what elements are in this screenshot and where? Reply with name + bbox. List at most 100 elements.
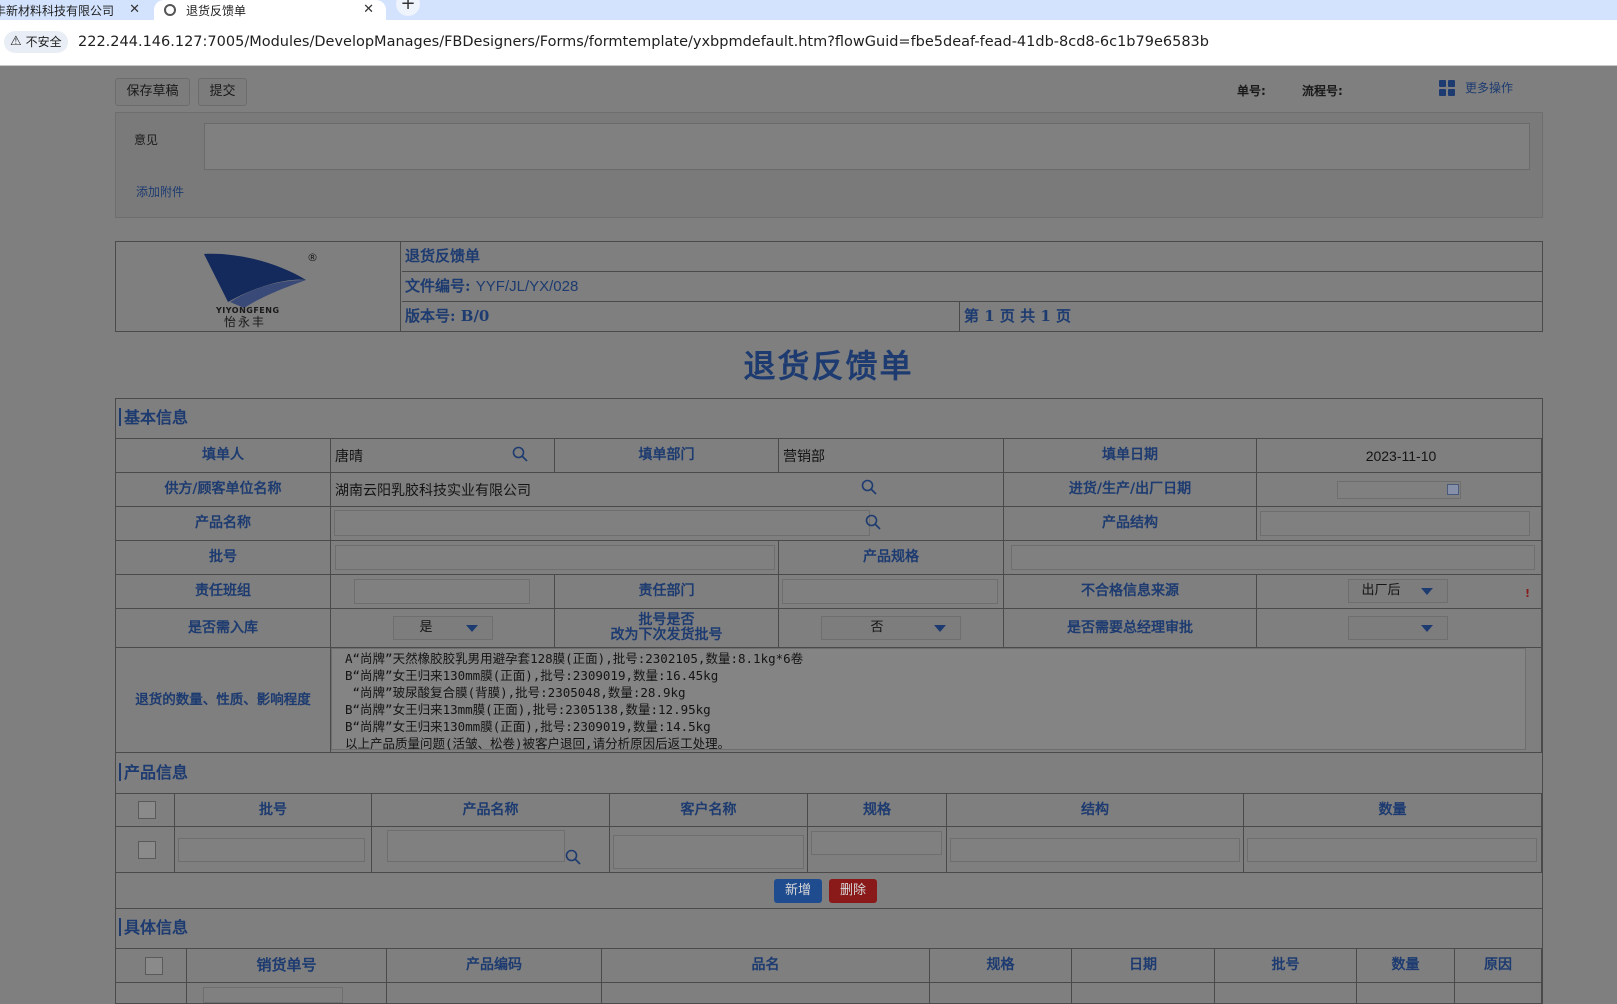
row-customer-input[interactable] xyxy=(613,835,804,869)
mfg-date-input[interactable] xyxy=(1337,481,1461,499)
gm-approval-label: 是否需要总经理审批 xyxy=(1004,609,1257,648)
return-qty-label: 退货的数量、性质、影响程度 xyxy=(116,648,331,753)
row-detail-qty-cell xyxy=(1357,983,1455,1003)
col-detail-batch: 批号 xyxy=(1215,949,1357,983)
batch-change-select[interactable]: 否 xyxy=(821,616,961,640)
insecure-label: 不安全 xyxy=(25,35,62,49)
tab-title: 丰新材料科技有限公司 xyxy=(0,3,115,18)
mfg-date-field xyxy=(1257,473,1542,507)
nonconf-selected: 出厂后 xyxy=(1361,583,1401,598)
resp-dept-label: 责任部门 xyxy=(555,575,779,609)
row-spec-cell xyxy=(808,827,947,873)
version-label: 版本号: B/0 xyxy=(402,302,960,331)
col-item-name: 品名 xyxy=(602,949,930,983)
col-product-name: 产品名称 xyxy=(372,794,610,827)
file-no-value: YYF/JL/YX/028 xyxy=(475,278,579,295)
section-detail-info: 具体信息 xyxy=(116,909,1542,949)
row-checkbox[interactable] xyxy=(138,841,156,859)
product-struct-input[interactable] xyxy=(1260,511,1530,536)
resp-dept-input[interactable] xyxy=(782,579,998,604)
col-product-code: 产品编码 xyxy=(387,949,602,983)
tab-close-icon[interactable]: ✕ xyxy=(129,0,140,20)
browser-tab-bar: 丰新材料科技有限公司 ✕ 退货反馈单 ✕ + xyxy=(0,0,1617,20)
browser-tab-active[interactable]: 退货反馈单 ✕ xyxy=(154,0,386,20)
product-actions: 新增 删除 xyxy=(116,873,1542,909)
col-date: 日期 xyxy=(1072,949,1215,983)
address-bar: ⚠ 不安全 222.244.146.127:7005/Modules/Devel… xyxy=(0,20,1617,66)
product-struct-field xyxy=(1257,507,1542,541)
calendar-icon[interactable] xyxy=(1447,484,1459,495)
add-row-button[interactable]: 新增 xyxy=(774,879,822,903)
row-product-name-cell xyxy=(372,827,610,873)
search-icon[interactable] xyxy=(512,446,528,462)
header-file-no: 文件编号: YYF/JL/YX/028 xyxy=(402,272,1543,302)
row-reason-cell xyxy=(1455,983,1542,1003)
doc-no-label: 单号: xyxy=(1237,84,1266,98)
more-operations-button[interactable]: 更多操作 xyxy=(1439,79,1513,96)
company-logo: ® YIYONGFENG 怡永丰 xyxy=(116,242,401,331)
search-icon[interactable] xyxy=(565,849,581,865)
need-store-select[interactable]: 是 xyxy=(393,616,493,640)
product-name-label: 产品名称 xyxy=(116,507,331,541)
col-detail-qty: 数量 xyxy=(1357,949,1455,983)
row-quantity-cell xyxy=(1244,827,1542,873)
brand-name-cn: 怡永丰 xyxy=(224,315,267,329)
more-ops-label: 更多操作 xyxy=(1465,81,1514,95)
search-icon[interactable] xyxy=(861,479,877,495)
row-quantity-input[interactable] xyxy=(1247,838,1537,862)
supplier-value: 湖南云阳乳胶科技实业有限公司 xyxy=(335,481,531,498)
product-name-field xyxy=(331,507,1004,541)
col-spec: 规格 xyxy=(808,794,947,827)
nonconf-label: 不合格信息来源 xyxy=(1004,575,1257,609)
row-spec-input[interactable] xyxy=(811,831,942,855)
url-text[interactable]: 222.244.146.127:7005/Modules/DevelopMana… xyxy=(78,32,1209,52)
chevron-down-icon xyxy=(1421,625,1433,632)
insecure-badge[interactable]: ⚠ 不安全 xyxy=(4,31,68,53)
filler-field[interactable]: 唐晴 xyxy=(331,439,555,473)
chevron-down-icon xyxy=(1421,588,1433,595)
tab-close-icon[interactable]: ✕ xyxy=(363,0,374,20)
dept-value: 营销部 xyxy=(779,439,1004,473)
row-batch-input[interactable] xyxy=(178,838,365,862)
row-sales-no-input[interactable] xyxy=(203,987,343,1003)
new-tab-plus-icon[interactable]: + xyxy=(396,0,420,16)
browser-tab-company[interactable]: 丰新材料科技有限公司 ✕ xyxy=(0,0,152,20)
select-all-checkbox[interactable] xyxy=(138,801,156,819)
opinion-textarea[interactable] xyxy=(204,123,1530,170)
gm-approval-select[interactable] xyxy=(1348,616,1448,640)
row-detail-spec-cell xyxy=(930,983,1072,1003)
search-icon[interactable] xyxy=(865,514,881,530)
page-content: 保存草稿 提交 单号: 流程号: 更多操作 意见 添加附件 ® YIYONGFE… xyxy=(0,66,1617,1004)
batch-change-selected: 否 xyxy=(870,620,884,635)
save-draft-button[interactable]: 保存草稿 xyxy=(115,78,190,106)
row-sales-no-cell xyxy=(187,983,387,1003)
return-feedback-form: 基本信息 填单人 唐晴 填单部门 营销部 填单日期 2023-11-10 供方/… xyxy=(115,398,1543,1004)
file-no-label: 文件编号: xyxy=(405,277,471,295)
row-date-cell xyxy=(1072,983,1215,1003)
submit-button[interactable]: 提交 xyxy=(198,78,247,106)
row-batch-cell xyxy=(175,827,372,873)
delete-row-button[interactable]: 删除 xyxy=(829,879,877,903)
registered-mark: ® xyxy=(307,251,318,264)
nonconf-select[interactable]: 出厂后 xyxy=(1348,579,1448,603)
team-input[interactable] xyxy=(354,579,530,604)
spec-input[interactable] xyxy=(1011,545,1535,570)
return-qty-textarea[interactable]: A“尚牌”天然橡胶胶乳男用避孕套128膜(正面),批号:2302105,数量:8… xyxy=(331,648,1526,751)
supplier-field[interactable]: 湖南云阳乳胶科技实业有限公司 xyxy=(331,473,1004,507)
row-product-name-input[interactable] xyxy=(387,830,565,862)
globe-icon xyxy=(164,4,176,16)
col-structure: 结构 xyxy=(947,794,1244,827)
page-count: 第 1 页 共 1 页 xyxy=(964,307,1071,325)
nonconf-field: 出厂后 ! xyxy=(1257,575,1542,609)
required-mark-icon: ! xyxy=(1525,587,1531,600)
add-attachment-link[interactable]: 添加附件 xyxy=(136,183,184,200)
date-value[interactable]: 2023-11-10 xyxy=(1257,439,1542,473)
product-select-all-cell xyxy=(116,794,175,827)
batch-input[interactable] xyxy=(335,545,775,570)
opinion-label: 意见 xyxy=(134,133,159,147)
row-structure-input[interactable] xyxy=(950,838,1240,862)
table-row xyxy=(116,827,175,873)
detail-select-all-checkbox[interactable] xyxy=(145,957,163,975)
section-basic-info: 基本信息 xyxy=(116,399,1542,439)
product-name-input[interactable] xyxy=(334,510,870,536)
